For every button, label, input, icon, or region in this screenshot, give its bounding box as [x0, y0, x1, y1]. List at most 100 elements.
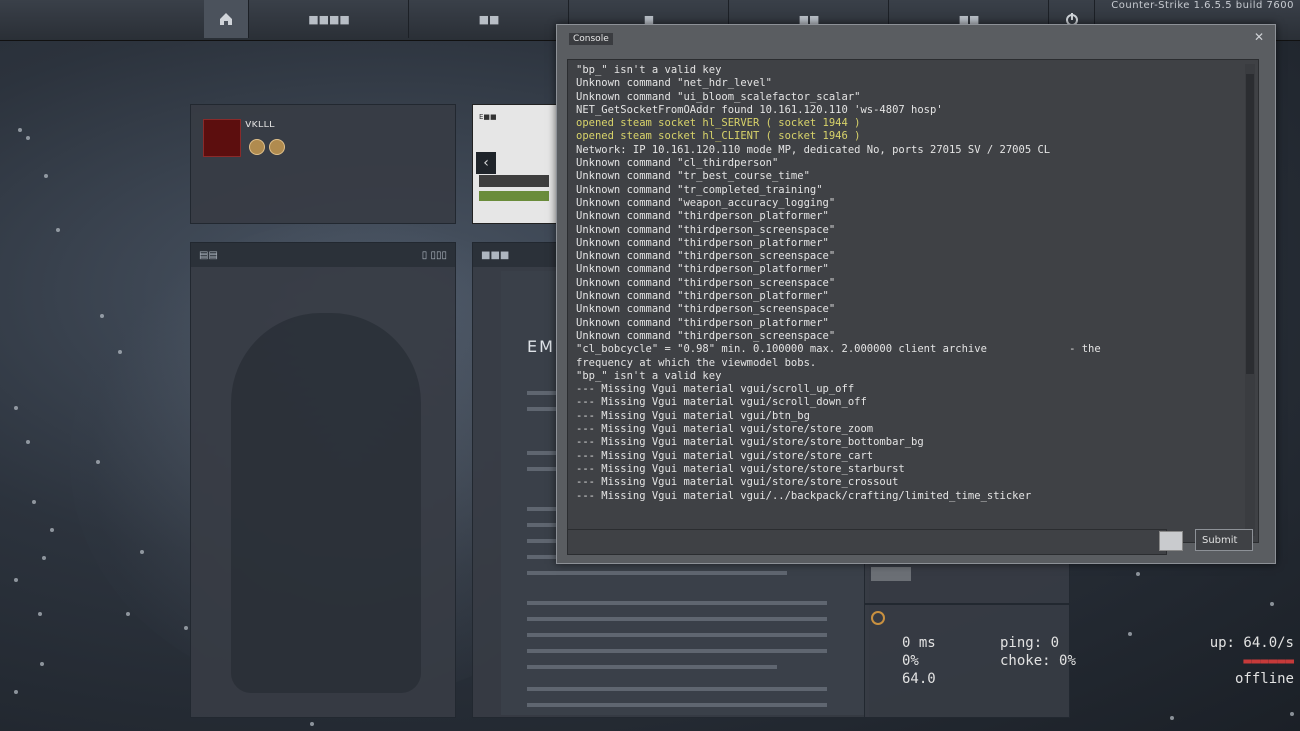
netgraph-left: 0 ms 0% 64.0	[902, 634, 936, 688]
console-output[interactable]: "bp_" isn't a valid key Unknown command "…	[567, 59, 1259, 543]
friends-panel-header: ▤▤ ▯ ▯▯▯	[191, 243, 455, 267]
coin-icon	[249, 139, 265, 155]
news-card-title: E■■	[479, 113, 497, 121]
star-particle	[100, 314, 104, 318]
star-particle	[310, 722, 314, 726]
console-line: opened steam socket hl_SERVER ( socket 1…	[576, 117, 861, 130]
news-card-progress	[479, 191, 549, 201]
console-line: Unknown command "tr_best_course_time"	[576, 170, 810, 183]
console-line: Unknown command "net_hdr_level"	[576, 77, 772, 90]
blog-text-line	[527, 601, 827, 605]
console-line: Unknown command "thirdperson_screenspace…	[576, 329, 836, 342]
console-line: opened steam socket hl_CLIENT ( socket 1…	[576, 130, 861, 143]
close-icon[interactable]: ✕	[1251, 29, 1267, 45]
star-particle	[1136, 572, 1140, 576]
submit-button[interactable]: Submit	[1195, 529, 1253, 551]
nav-inventory-button[interactable]: ■■	[410, 0, 569, 38]
chevron-left-icon: ‹	[483, 155, 489, 171]
console-line: Unknown command "thirdperson_screenspace…	[576, 250, 836, 263]
star-particle	[1170, 716, 1174, 720]
console-input[interactable]	[567, 529, 1167, 555]
console-line: --- Missing Vgui material vgui/scroll_do…	[576, 396, 867, 409]
blog-text-line	[527, 617, 827, 621]
news-snippet[interactable]	[864, 562, 1070, 604]
console-line: --- Missing Vgui material vgui/store/sto…	[576, 462, 905, 475]
news-snippet-thumb	[871, 567, 911, 581]
console-line: Unknown command "tr_completed_training"	[576, 183, 823, 196]
version-text: Counter-Strike 1.6.5.5 build 7600	[1111, 0, 1294, 11]
netgraph-mid: ping: 0 choke: 0%	[1000, 634, 1076, 670]
stat-choke-label: choke:	[1000, 653, 1051, 669]
home-icon	[220, 13, 232, 25]
star-particle	[56, 228, 60, 232]
console-line: Unknown command "thirdperson_platformer"	[576, 263, 829, 276]
coin-icon	[269, 139, 285, 155]
console-title: Console	[569, 33, 613, 45]
blog-text-line	[527, 665, 777, 669]
inventory-panel[interactable]: ᴠᴋʟʟʟ	[190, 104, 456, 224]
nav-play-button[interactable]: ■■■■	[250, 0, 409, 38]
console-line: --- Missing Vgui material vgui/scroll_up…	[576, 383, 855, 396]
clock-icon	[871, 611, 885, 625]
console-line: --- Missing Vgui material vgui/store/sto…	[576, 449, 874, 462]
console-line: "cl_bobcycle" = "0.98" min. 0.100000 max…	[576, 343, 1101, 356]
console-scrollbar[interactable]	[1245, 64, 1255, 536]
blog-text-line	[527, 507, 557, 511]
stat-ping-label: ping:	[1000, 635, 1043, 651]
star-particle	[26, 136, 30, 140]
item-thumbnail[interactable]	[203, 119, 241, 157]
console-line: "bp_" isn't a valid key	[576, 64, 722, 76]
console-line: Unknown command "thirdperson_screenspace…	[576, 223, 836, 236]
console-line: --- Missing Vgui material vgui/store/sto…	[576, 423, 874, 436]
blog-header-text: ■■■	[481, 249, 510, 261]
console-line: Unknown command "cl_thirdperson"	[576, 157, 779, 170]
star-particle	[18, 128, 22, 132]
star-particle	[184, 626, 188, 630]
friends-panel: ▤▤ ▯ ▯▯▯	[190, 242, 456, 718]
stat-loss-value: 0%	[902, 653, 919, 669]
stat-mid-value: 0%	[1059, 653, 1076, 669]
star-particle	[38, 612, 42, 616]
star-particle	[1270, 602, 1274, 606]
star-particle	[96, 460, 100, 464]
scrollbar-thumb[interactable]	[1246, 74, 1254, 374]
blog-text-line	[527, 571, 787, 575]
character-silhouette	[231, 313, 421, 693]
news-card-bar	[479, 175, 549, 187]
console-line: --- Missing Vgui material vgui/btn_bg	[576, 409, 810, 422]
console-line: --- Missing Vgui material vgui/store/sto…	[576, 476, 899, 489]
console-line: Network: IP 10.161.120.110 mode MP, dedi…	[576, 143, 1051, 156]
console-autocomplete-button[interactable]	[1159, 531, 1183, 551]
home-button[interactable]	[204, 0, 249, 38]
console-line: Unknown command "thirdperson_platformer"	[576, 290, 829, 303]
stat-offline-value: offline	[1234, 671, 1294, 687]
star-particle	[40, 662, 44, 666]
console-line: Unknown command "thirdperson_screenspace…	[576, 276, 836, 289]
star-particle	[126, 612, 130, 616]
star-particle	[32, 500, 36, 504]
star-particle	[50, 528, 54, 532]
blog-text-line	[527, 633, 827, 637]
blog-text-line	[527, 703, 827, 707]
console-window[interactable]: Console ✕ "bp_" isn't a valid key Unknown…	[556, 24, 1276, 564]
stat-tick-value: 64.0	[902, 671, 936, 687]
nav-label: ■■	[478, 12, 500, 26]
console-line: --- Missing Vgui material vgui/store/sto…	[576, 436, 924, 449]
star-particle	[1128, 632, 1132, 636]
console-line: Unknown command "thirdperson_platformer"	[576, 236, 829, 249]
star-particle	[14, 406, 18, 410]
console-line: frequency at which the viewmodel bobs.	[576, 356, 817, 369]
stat-red-bar: ▬▬▬▬▬▬	[1243, 653, 1294, 669]
blog-text-line	[527, 451, 557, 455]
blog-text-line	[527, 649, 827, 653]
carousel-prev-button[interactable]: ‹	[476, 152, 496, 174]
star-particle	[26, 440, 30, 444]
panel-header-right[interactable]: ▯ ▯▯▯	[422, 250, 447, 261]
console-line: NET_GetSocketFromOAddr found 10.161.120.…	[576, 103, 943, 116]
star-particle	[42, 556, 46, 560]
star-particle	[14, 578, 18, 582]
console-line: Unknown command "weapon_accuracy_logging…	[576, 196, 836, 209]
stat-up-value: up: 64.0/s	[1209, 635, 1294, 651]
console-line: --- Missing Vgui material vgui/../backpa…	[576, 489, 1032, 502]
console-log: "bp_" isn't a valid key Unknown command "…	[576, 64, 1238, 503]
